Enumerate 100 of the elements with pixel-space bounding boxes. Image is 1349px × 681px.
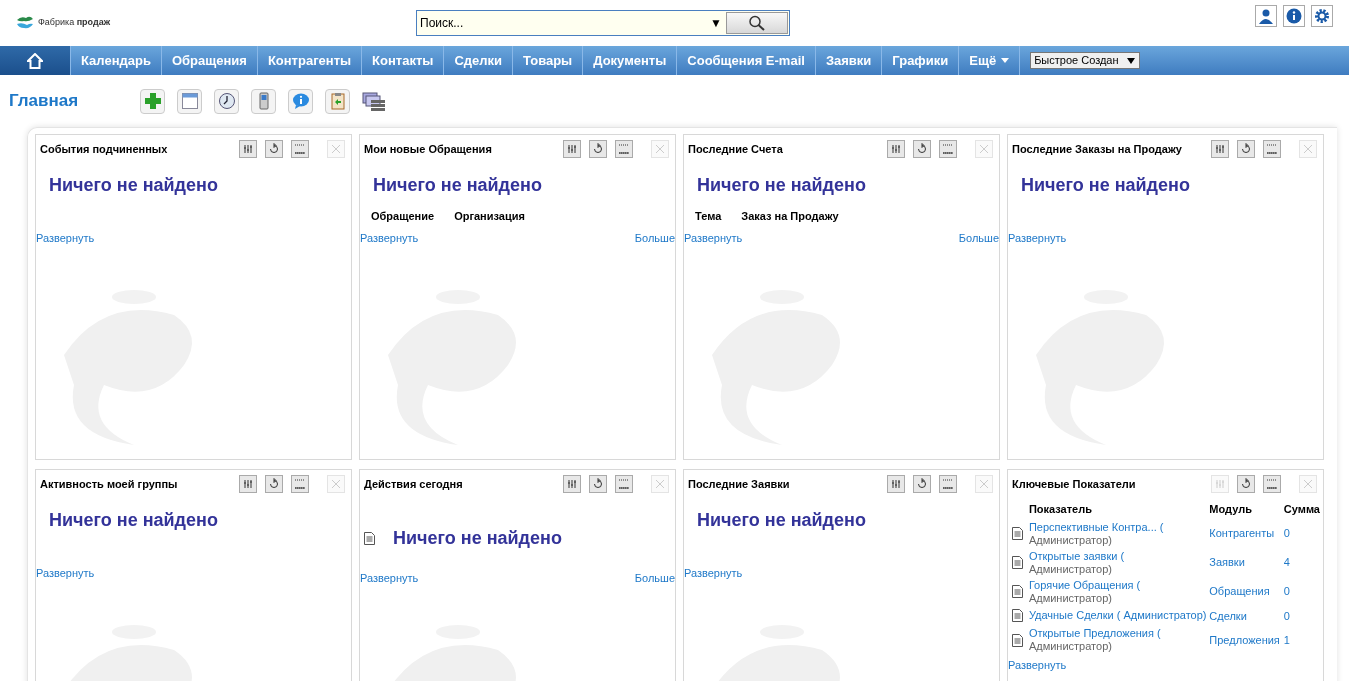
column-header: Организация (454, 209, 525, 224)
expand-link[interactable]: Развернуть (360, 230, 419, 247)
user-icon[interactable] (1255, 5, 1277, 27)
search-button[interactable] (726, 12, 788, 34)
indicator-link[interactable]: Открытые заявки ( (1028, 549, 1125, 562)
minimize-button[interactable] (615, 140, 633, 158)
minimize-icon (294, 144, 306, 154)
close-icon (331, 144, 341, 154)
expand-link[interactable]: Развернуть (1008, 657, 1067, 674)
indicator-link[interactable]: Открытые Предложения ( (1028, 627, 1161, 639)
more-link[interactable]: Больше (634, 570, 675, 587)
refresh-button[interactable] (1237, 140, 1255, 158)
add-icon[interactable] (140, 88, 165, 114)
search-field[interactable]: Поиск... ▼ (416, 10, 790, 36)
minimize-button[interactable] (291, 475, 309, 493)
refresh-button[interactable] (265, 475, 283, 493)
phone-icon[interactable] (251, 88, 276, 114)
widget-title: Последние Заказы на Продажу (1012, 141, 1183, 157)
nav-tab[interactable]: Обращения (161, 46, 258, 75)
nav-tab[interactable]: Сообщения E-mail (677, 46, 816, 75)
indicator-link[interactable]: Удачные Сделки ( Администратор) (1028, 609, 1207, 622)
sum-value: 0 (1283, 526, 1291, 542)
minimize-button[interactable] (291, 140, 309, 158)
minimize-button[interactable] (615, 475, 633, 493)
nav-tab[interactable]: Календарь (71, 46, 162, 75)
clock-icon[interactable] (214, 88, 239, 114)
settings-icon[interactable] (1311, 5, 1333, 27)
nav-tab[interactable]: Графики (882, 46, 960, 75)
edit-widget-button[interactable] (887, 475, 905, 493)
page-title: Главная (9, 90, 80, 113)
document-icon (1012, 556, 1023, 569)
refresh-icon (917, 478, 927, 490)
empty-message: Ничего не найдено (1021, 174, 1190, 197)
minimize-button[interactable] (1263, 475, 1281, 493)
nav-tab[interactable]: Сделки (444, 46, 514, 75)
expand-link[interactable]: Развернуть (684, 230, 743, 247)
edit-widget-button[interactable] (239, 140, 257, 158)
column-header: Сумма (1283, 502, 1321, 517)
more-link[interactable]: Больше (634, 230, 675, 247)
module-link[interactable]: Сделки (1209, 607, 1284, 624)
widget-title: Активность моей группы (40, 476, 179, 492)
refresh-button[interactable] (589, 140, 607, 158)
refresh-button[interactable] (913, 140, 931, 158)
widget-title: Последние Заявки (688, 476, 791, 492)
chat-info-icon[interactable] (288, 88, 313, 114)
refresh-button[interactable] (589, 475, 607, 493)
edit-widget-button[interactable] (563, 140, 581, 158)
edit-widget-button[interactable] (563, 475, 581, 493)
stacked-cards-icon[interactable] (362, 90, 386, 113)
close-icon (979, 144, 989, 154)
indicator-link[interactable]: Горячие Обращения ( (1028, 578, 1141, 591)
module-link[interactable]: Заявки (1209, 549, 1284, 576)
more-link[interactable]: Больше (958, 230, 999, 247)
minimize-icon (618, 144, 630, 154)
module-link[interactable]: Обращения (1209, 578, 1284, 605)
refresh-icon (593, 478, 603, 490)
expand-link[interactable]: Развернуть (1008, 230, 1067, 247)
empty-message: Ничего не найдено (393, 527, 562, 550)
close-icon (1303, 144, 1313, 154)
dropdown-arrow[interactable]: ▼ (706, 14, 726, 32)
logo-icon (16, 16, 34, 30)
more-menu[interactable]: Ещё (959, 46, 1021, 75)
edit-widget-button[interactable] (239, 475, 257, 493)
nav-tab[interactable]: Товары (513, 46, 584, 75)
owner-text: Администратор) (1028, 640, 1113, 653)
minimize-button[interactable] (1263, 140, 1281, 158)
column-header: Обращение (371, 209, 435, 224)
edit-widget-button[interactable] (887, 140, 905, 158)
refresh-icon (1241, 143, 1251, 155)
close-icon (655, 479, 665, 489)
expand-link[interactable]: Развернуть (684, 565, 743, 582)
nav-tab[interactable]: Контакты (362, 46, 445, 75)
refresh-button[interactable] (265, 140, 283, 158)
expand-link[interactable]: Развернуть (36, 565, 95, 582)
module-link[interactable]: Предложения (1209, 627, 1284, 653)
close-icon (331, 479, 341, 489)
minimize-button[interactable] (939, 140, 957, 158)
info-icon[interactable] (1283, 5, 1305, 27)
refresh-button[interactable] (913, 475, 931, 493)
calendar-icon[interactable] (177, 88, 202, 114)
minimize-button[interactable] (939, 475, 957, 493)
sum-value: 0 (1283, 608, 1291, 624)
close-icon (655, 144, 665, 154)
nav-tab[interactable]: Заявки (815, 46, 883, 75)
home-button[interactable] (0, 46, 71, 75)
expand-link[interactable]: Развернуть (36, 230, 95, 247)
indicator-link[interactable]: Перспективные Контра... ( (1028, 520, 1164, 533)
widget-title: Ключевые Показатели (1012, 476, 1137, 492)
quick-create-dropdown[interactable]: Быстрое Создан (1030, 52, 1141, 69)
refresh-button[interactable] (1237, 475, 1255, 493)
widget-title: Мои новые Обращения (364, 141, 493, 157)
edit-widget-button[interactable] (1211, 140, 1229, 158)
expand-link[interactable]: Развернуть (360, 570, 419, 587)
nav-tab[interactable]: Контрагенты (257, 46, 363, 75)
minimize-icon (1266, 144, 1278, 154)
clipboard-icon[interactable] (325, 88, 350, 114)
nav-tab[interactable]: Документы (583, 46, 678, 75)
empty-message: Ничего не найдено (49, 509, 218, 532)
column-header: Показатель (1028, 502, 1093, 517)
module-link[interactable]: Контрагенты (1209, 520, 1284, 547)
